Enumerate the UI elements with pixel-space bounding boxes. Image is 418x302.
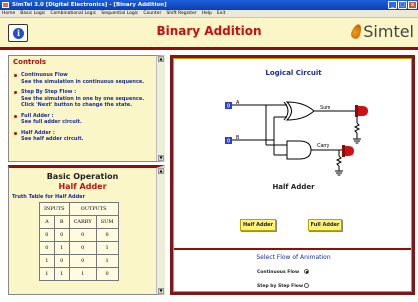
cell: 1 [95, 241, 119, 255]
step-flow-radio[interactable] [304, 283, 309, 288]
carry-resistor-icon [335, 150, 343, 176]
bullet-icon [14, 114, 17, 118]
basic-operation-title: Basic Operation [46, 172, 119, 181]
carry-label: Carry [317, 143, 330, 149]
cell: 0 [95, 267, 119, 281]
col-a: A [39, 215, 55, 229]
table-row: 0 1 0 1 [39, 241, 119, 255]
menu-bar: Home Basic Logic Combinational Logic Seq… [0, 10, 418, 18]
control-desc: See full adder circuit. [21, 119, 82, 125]
menu-counter[interactable]: Counter [143, 10, 161, 17]
control-item-step: Step By Step Flow : See the simulation i… [9, 89, 156, 109]
cell: 1 [39, 254, 55, 268]
menu-combinational-logic[interactable]: Combinational Logic [50, 10, 96, 17]
circuit-caption: Half Adder [272, 183, 315, 191]
table-row: 1 0 0 1 [39, 254, 119, 268]
basic-operation-panel: Basic Operation Half Adder Truth Table f… [8, 165, 165, 295]
control-desc: See the simulation in continuous sequenc… [21, 78, 145, 85]
input-a-value: 0 [227, 104, 230, 110]
table-row: 1 1 1 0 [39, 267, 119, 281]
cell: 1 [68, 267, 97, 281]
menu-help[interactable]: Help [202, 10, 212, 17]
menu-shift-register[interactable]: Shift Register [166, 10, 196, 17]
control-item-half-adder: Half Adder : See half adder circuit. [9, 130, 156, 143]
continuous-flow-label: Continuous Flow [257, 270, 300, 275]
truth-table-caption: Truth Table for Half Adder [12, 194, 86, 200]
flow-title: Select Flow of Animation [256, 254, 331, 261]
control-desc: See the simulation in one by one sequenc… [21, 95, 145, 109]
menu-sequential-logic[interactable]: Sequential Logic [101, 10, 138, 17]
controls-panel: Controls Continuous Flow See the simulat… [8, 55, 165, 162]
window-title: SimTel 3.0 [Digital Electronics] - [Bina… [12, 2, 167, 8]
page-header: i Binary Addition Simtel [0, 18, 418, 50]
continuous-flow-radio[interactable] [304, 269, 309, 274]
inputs-header: INPUTS [39, 202, 70, 216]
cell: 1 [95, 254, 119, 268]
col-sum: SUM [95, 215, 119, 229]
table-row: 0 0 0 0 [39, 228, 119, 242]
col-carry: CARRY [68, 215, 97, 229]
circuit-panel-inner: Logical Circuit 0 A 0 B Sum Carry Half A… [173, 58, 412, 292]
menu-exit[interactable]: Exit [217, 10, 226, 17]
controls-scrollbar[interactable]: ▲ ▼ [156, 56, 165, 161]
cell: 1 [53, 267, 70, 281]
app-icon [2, 2, 9, 8]
sum-label: Sum [320, 105, 330, 111]
half-adder-button[interactable]: Half Adder [240, 219, 276, 231]
scroll-down-icon[interactable]: ▼ [158, 288, 164, 294]
maximize-button[interactable]: □ [398, 1, 407, 9]
outputs-header: OUTPUTS [68, 202, 119, 216]
scroll-up-icon[interactable]: ▲ [158, 168, 164, 174]
full-adder-button[interactable]: Full Adder [308, 219, 342, 231]
menu-basic-logic[interactable]: Basic Logic [20, 10, 45, 17]
input-b-value: 0 [227, 139, 230, 145]
cell: 0 [53, 228, 70, 242]
bullet-icon [14, 91, 17, 94]
col-b: B [53, 215, 70, 229]
logo-drop-icon [349, 22, 364, 41]
scroll-down-icon[interactable]: ▼ [158, 155, 164, 161]
half-adder-circuit-diagram: 0 A 0 B Sum Carry [225, 100, 368, 176]
cell: 0 [68, 228, 97, 242]
sum-led-icon [355, 105, 368, 117]
bullet-icon [14, 74, 17, 77]
control-desc: See half adder circuit. [21, 136, 84, 142]
scroll-up-icon[interactable]: ▲ [158, 56, 164, 62]
step-flow-label: Step by Step Flow [257, 284, 304, 289]
window-title-bar: SimTel 3.0 [Digital Electronics] - [Bina… [0, 0, 418, 10]
close-button[interactable]: x [408, 1, 417, 9]
cell: 0 [39, 241, 55, 255]
circuit-panel: Logical Circuit 0 A 0 B Sum Carry Half A… [170, 55, 415, 295]
cell: 0 [53, 254, 70, 268]
cell: 0 [68, 254, 97, 268]
basic-operation-subtitle: Half Adder [58, 182, 107, 191]
panel-divider [174, 248, 411, 250]
carry-led-icon [342, 145, 354, 157]
cell: 0 [68, 241, 97, 255]
cell: 0 [39, 228, 55, 242]
controls-title: Controls [13, 58, 47, 66]
control-item-continuous: Continuous Flow See the simulation in co… [9, 72, 156, 85]
control-item-full-adder: Full Adder : See full adder circuit. [9, 113, 156, 126]
cell: 0 [95, 228, 119, 242]
logo-text: Simtel [363, 22, 414, 41]
menu-home[interactable]: Home [2, 10, 15, 17]
cell: 1 [53, 241, 70, 255]
xor-gate [283, 101, 315, 121]
simtel-logo: Simtel [349, 22, 414, 41]
and-gate [286, 140, 312, 160]
bullet-icon [14, 131, 17, 135]
truth-table: INPUTS OUTPUTS A B CARRY SUM 0 0 0 0 0 1… [39, 202, 119, 281]
basic-operation-scrollbar[interactable]: ▲ ▼ [156, 168, 165, 294]
minimize-button[interactable]: _ [388, 1, 397, 9]
cell: 1 [39, 267, 55, 281]
